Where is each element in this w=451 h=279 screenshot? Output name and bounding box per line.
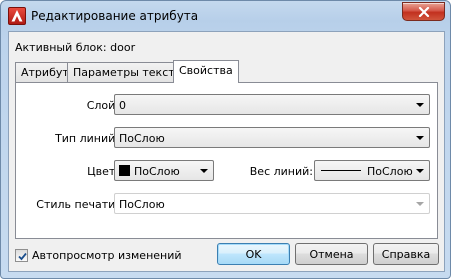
tab-label: Свойства <box>179 64 233 77</box>
chevron-down-icon <box>416 136 424 140</box>
chevron-down-icon <box>416 202 424 206</box>
tab-label: Атрибут <box>21 66 69 79</box>
plotstyle-label: Стиль печати: <box>36 198 119 211</box>
layer-value: 0 <box>119 99 126 112</box>
properties-panel: Слой: 0 Тип линий: ПоСлою Цвет: ПоСлою В… <box>15 82 438 239</box>
chevron-down-icon <box>416 103 424 107</box>
active-block-label: Активный блок: door <box>15 41 136 54</box>
checkmark-icon <box>18 252 27 261</box>
lineweight-preview <box>321 170 361 171</box>
color-swatch <box>119 165 130 176</box>
help-button[interactable]: Справка <box>373 243 439 265</box>
tab-properties[interactable]: Свойства <box>173 60 239 83</box>
lineweight-select[interactable]: ПоСлою <box>314 160 430 181</box>
tab-attribute[interactable]: Атрибут <box>15 62 75 82</box>
autocad-app-icon[interactable] <box>8 7 26 25</box>
chevron-down-icon <box>200 169 208 173</box>
window-title: Редактирование атрибута <box>31 9 199 23</box>
close-icon <box>418 7 430 17</box>
linetype-value: ПоСлою <box>119 132 165 145</box>
tab-label: Параметры текста <box>73 66 182 79</box>
lineweight-value: ПоСлою <box>367 165 413 178</box>
ok-button[interactable]: OK <box>217 243 290 265</box>
linetype-label: Тип линий: <box>55 132 119 145</box>
color-value: ПоСлою <box>134 165 180 178</box>
autopreview-label: Автопросмотр изменений <box>32 249 182 262</box>
layer-select[interactable]: 0 <box>114 94 430 115</box>
linetype-select[interactable]: ПоСлою <box>114 127 430 148</box>
lineweight-label: Вес линий: <box>249 165 313 178</box>
title-bar[interactable]: Редактирование атрибута <box>1 1 450 31</box>
cancel-button[interactable]: Отмена <box>295 243 368 265</box>
tab-text-options[interactable]: Параметры текста <box>67 62 188 82</box>
plotstyle-value: ПоСлою <box>119 198 165 211</box>
autopreview-checkbox[interactable] <box>15 249 28 262</box>
dialog-body: Активный блок: door Атрибут Параметры те… <box>8 31 445 272</box>
plotstyle-select[interactable]: ПоСлою <box>114 193 430 214</box>
color-select[interactable]: ПоСлою <box>114 160 214 181</box>
edit-attribute-dialog: Редактирование атрибута Активный блок: d… <box>0 0 451 279</box>
close-button[interactable] <box>402 2 445 21</box>
chevron-down-icon <box>416 169 424 173</box>
